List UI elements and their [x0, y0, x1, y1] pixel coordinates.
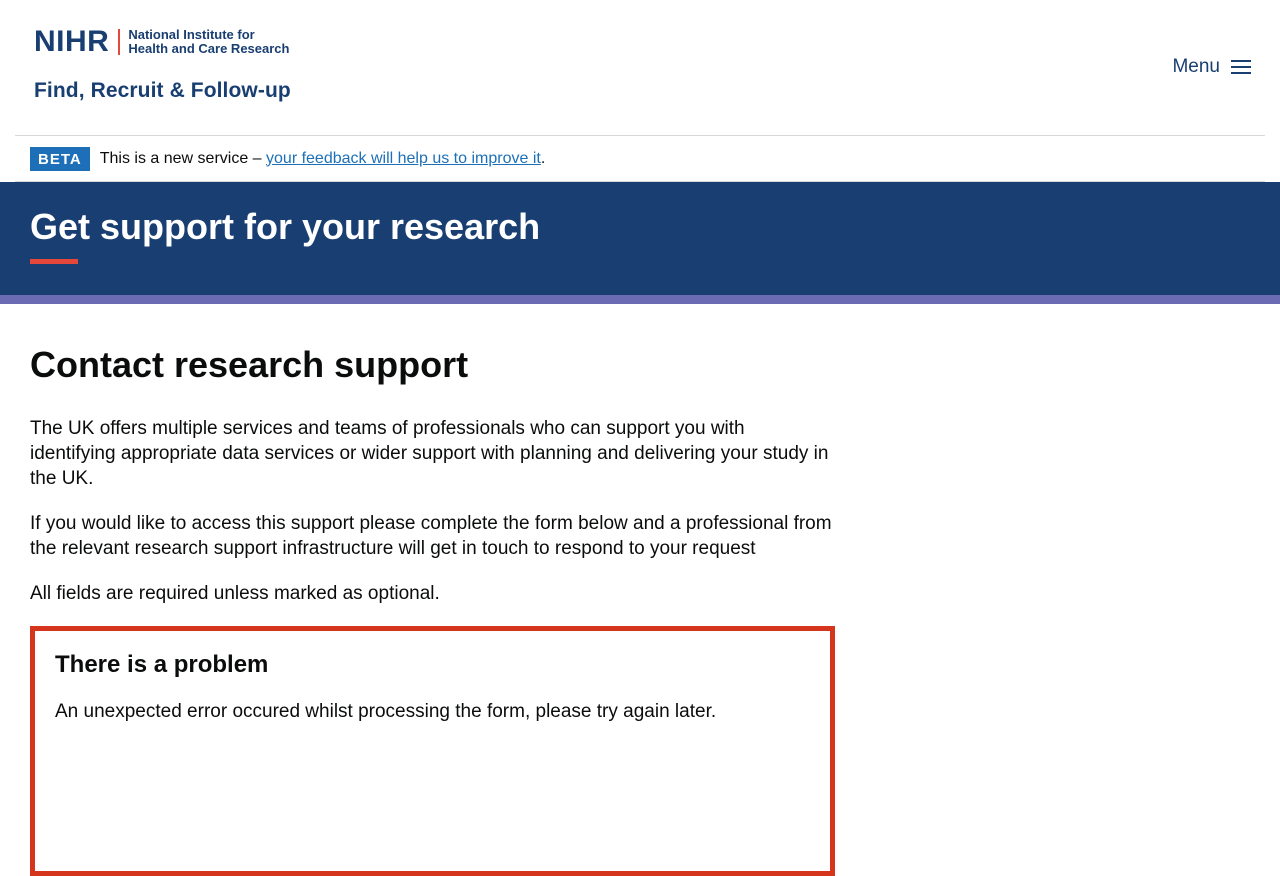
- hero-accent-underline: [30, 259, 78, 264]
- page-heading: Contact research support: [30, 344, 469, 385]
- beta-text-after: .: [540, 149, 546, 167]
- hero-banner: Get support for your research: [0, 182, 1280, 295]
- error-summary: There is a problem An unexpected error o…: [30, 626, 835, 876]
- logo-org-line2: Health and Care Research: [128, 41, 290, 56]
- instructions-paragraph: If you would like to access this support…: [30, 513, 832, 559]
- site-header: NIHR National Institute for Health and C…: [15, 0, 1265, 136]
- logo-org-name: National Institute for Health and Care R…: [128, 28, 289, 56]
- service-name: Find, Recruit & Follow-up: [34, 79, 291, 102]
- main-content: Contact research support The UK offers m…: [0, 304, 865, 876]
- hero-stripe: [0, 295, 1280, 304]
- feedback-link[interactable]: your feedback will help us to improve it: [266, 150, 541, 167]
- nihr-logo[interactable]: NIHR National Institute for Health and C…: [34, 27, 291, 103]
- logo-row: NIHR National Institute for Health and C…: [34, 27, 291, 57]
- hamburger-icon: [1231, 59, 1251, 75]
- beta-banner: BETA This is a new service – your feedba…: [15, 136, 1265, 182]
- beta-text-before: This is a new service –: [99, 149, 267, 167]
- hero-title: Get support for your research: [30, 206, 541, 247]
- logo-org-line1: National Institute for: [128, 27, 255, 42]
- beta-text: This is a new service – your feedback wi…: [100, 150, 546, 168]
- error-summary-message: An unexpected error occured whilst proce…: [55, 701, 717, 722]
- beta-tag: BETA: [30, 146, 90, 171]
- required-fields-note: All fields are required unless marked as…: [30, 583, 440, 604]
- menu-label: Menu: [1172, 56, 1220, 77]
- error-summary-title: There is a problem: [55, 651, 269, 678]
- logo-divider: [118, 29, 121, 55]
- menu-button[interactable]: Menu: [1172, 56, 1251, 78]
- intro-paragraph: The UK offers multiple services and team…: [30, 418, 829, 489]
- logo-mark: NIHR: [34, 25, 110, 58]
